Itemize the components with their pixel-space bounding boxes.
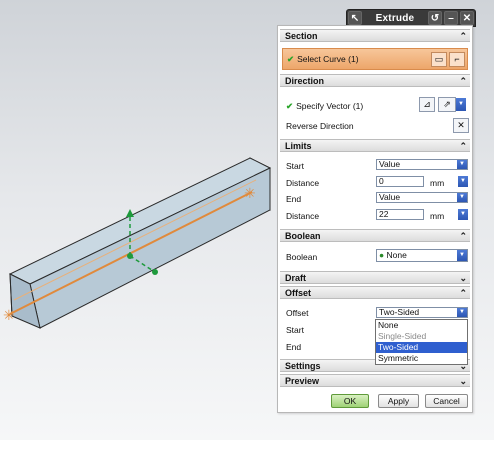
start-distance-label: Distance (286, 178, 320, 188)
sketch-section-icon[interactable]: ⌐ (449, 52, 465, 67)
preview-header-label: Preview (285, 376, 320, 386)
chevron-down-icon[interactable]: ⌄ (459, 272, 467, 285)
vector-arrowhead (126, 209, 134, 217)
check-icon: ✔ (287, 54, 295, 64)
chevron-down-icon[interactable]: ▼ (457, 160, 467, 169)
start-distance-spinner[interactable]: ▼ (458, 176, 468, 187)
end-distance-input[interactable]: 22 (376, 209, 424, 220)
chevron-up-icon[interactable]: ⌃ (459, 75, 467, 88)
vector-inferred-icon[interactable]: ⇗ (438, 97, 456, 112)
section-header[interactable]: Section ⌃ (280, 29, 470, 42)
boolean-header-label: Boolean (285, 231, 321, 241)
ok-button[interactable]: OK (331, 394, 369, 408)
start-label: Start (286, 161, 304, 171)
offset-option-none[interactable]: None (376, 320, 467, 331)
boolean-dropdown[interactable]: ● None ▼ (376, 249, 468, 262)
settings-header-label: Settings (285, 361, 321, 371)
cancel-button[interactable]: Cancel (425, 394, 468, 408)
reverse-direction-icon[interactable]: ✕ (453, 118, 469, 133)
check-icon: ✔ (286, 101, 294, 111)
apply-button[interactable]: Apply (378, 394, 419, 408)
cursor-icon[interactable]: ↖ (348, 11, 362, 25)
select-curve-label: Select Curve (1) (297, 54, 359, 64)
reset-icon[interactable]: ↺ (428, 11, 442, 25)
section-curve[interactable] (9, 191, 253, 315)
limits-header-label: Limits (285, 141, 312, 151)
chevron-down-icon[interactable]: ▼ (457, 308, 467, 317)
boolean-none-icon: ● (379, 250, 385, 260)
specify-vector-row[interactable]: ✔ Specify Vector (1) (286, 101, 363, 112)
vector-dialog-icon[interactable]: ⊿ (419, 97, 435, 112)
section-header-label: Section (285, 31, 318, 41)
boolean-label: Boolean (286, 252, 318, 262)
vector-handle-point[interactable] (152, 269, 158, 275)
curve-endpoint-marker-start: ✳ (3, 308, 15, 324)
boolean-header[interactable]: Boolean ⌃ (280, 229, 470, 242)
dialog-title: Extrude (375, 12, 415, 24)
curve-endpoint-marker-end: ✳ (244, 186, 256, 202)
end-distance-unit: mm (430, 211, 445, 221)
select-curve-text-wrap: ✔ Select Curve (1) (287, 54, 359, 65)
chevron-down-icon[interactable]: ▼ (457, 193, 467, 202)
offset-option-two-sided[interactable]: Two-Sided (376, 342, 467, 353)
start-distance-unit: mm (430, 178, 445, 188)
select-curve-row[interactable]: ✔ Select Curve (1) ▭ ⌐ (282, 48, 468, 70)
offset-option-symmetric[interactable]: Symmetric (376, 353, 467, 364)
direction-header[interactable]: Direction ⌃ (280, 74, 470, 87)
offset-end-label: End (286, 342, 302, 352)
limits-header[interactable]: Limits ⌃ (280, 139, 470, 152)
offset-start-label: Start (286, 325, 304, 335)
draft-header[interactable]: Draft ⌄ (280, 271, 470, 284)
vector-options-dropdown[interactable]: ▼ (456, 98, 466, 111)
chevron-up-icon[interactable]: ⌃ (459, 230, 467, 243)
start-limit-dropdown[interactable]: Value ▼ (376, 159, 468, 170)
offset-header[interactable]: Offset ⌃ (280, 286, 470, 299)
curve-rule-icon[interactable]: ▭ (431, 52, 447, 67)
end-label: End (286, 194, 302, 204)
offset-options-list[interactable]: None Single-Sided Two-Sided Symmetric (375, 319, 468, 365)
chevron-up-icon[interactable]: ⌃ (459, 287, 467, 300)
preview-header[interactable]: Preview ⌄ (280, 374, 470, 387)
chevron-down-icon[interactable]: ⌄ (459, 375, 467, 388)
start-distance-input[interactable]: 0 (376, 176, 424, 187)
offset-label: Offset (286, 308, 309, 318)
end-limit-value: Value (379, 192, 401, 202)
section-curve-edge (13, 179, 257, 301)
chevron-down-icon[interactable]: ▼ (457, 250, 467, 261)
reverse-direction-label: Reverse Direction (286, 121, 354, 131)
offset-value: Two-Sided (379, 307, 420, 317)
chevron-up-icon[interactable]: ⌃ (459, 30, 467, 43)
boolean-value: None (386, 250, 407, 260)
minimize-icon[interactable]: – (444, 11, 458, 25)
offset-dropdown[interactable]: Two-Sided ▼ (376, 307, 468, 318)
end-distance-spinner[interactable]: ▼ (458, 209, 468, 220)
vector-origin-point[interactable] (127, 253, 133, 259)
direction-header-label: Direction (285, 76, 325, 86)
offset-option-single-sided: Single-Sided (378, 331, 427, 341)
start-limit-value: Value (379, 159, 401, 169)
draft-header-label: Draft (285, 273, 307, 283)
specify-vector-label: Specify Vector (1) (296, 101, 364, 111)
end-limit-dropdown[interactable]: Value ▼ (376, 192, 468, 203)
end-distance-label: Distance (286, 211, 320, 221)
chevron-up-icon[interactable]: ⌃ (459, 140, 467, 153)
offset-header-label: Offset (285, 288, 312, 298)
close-icon[interactable]: ✕ (460, 11, 474, 25)
